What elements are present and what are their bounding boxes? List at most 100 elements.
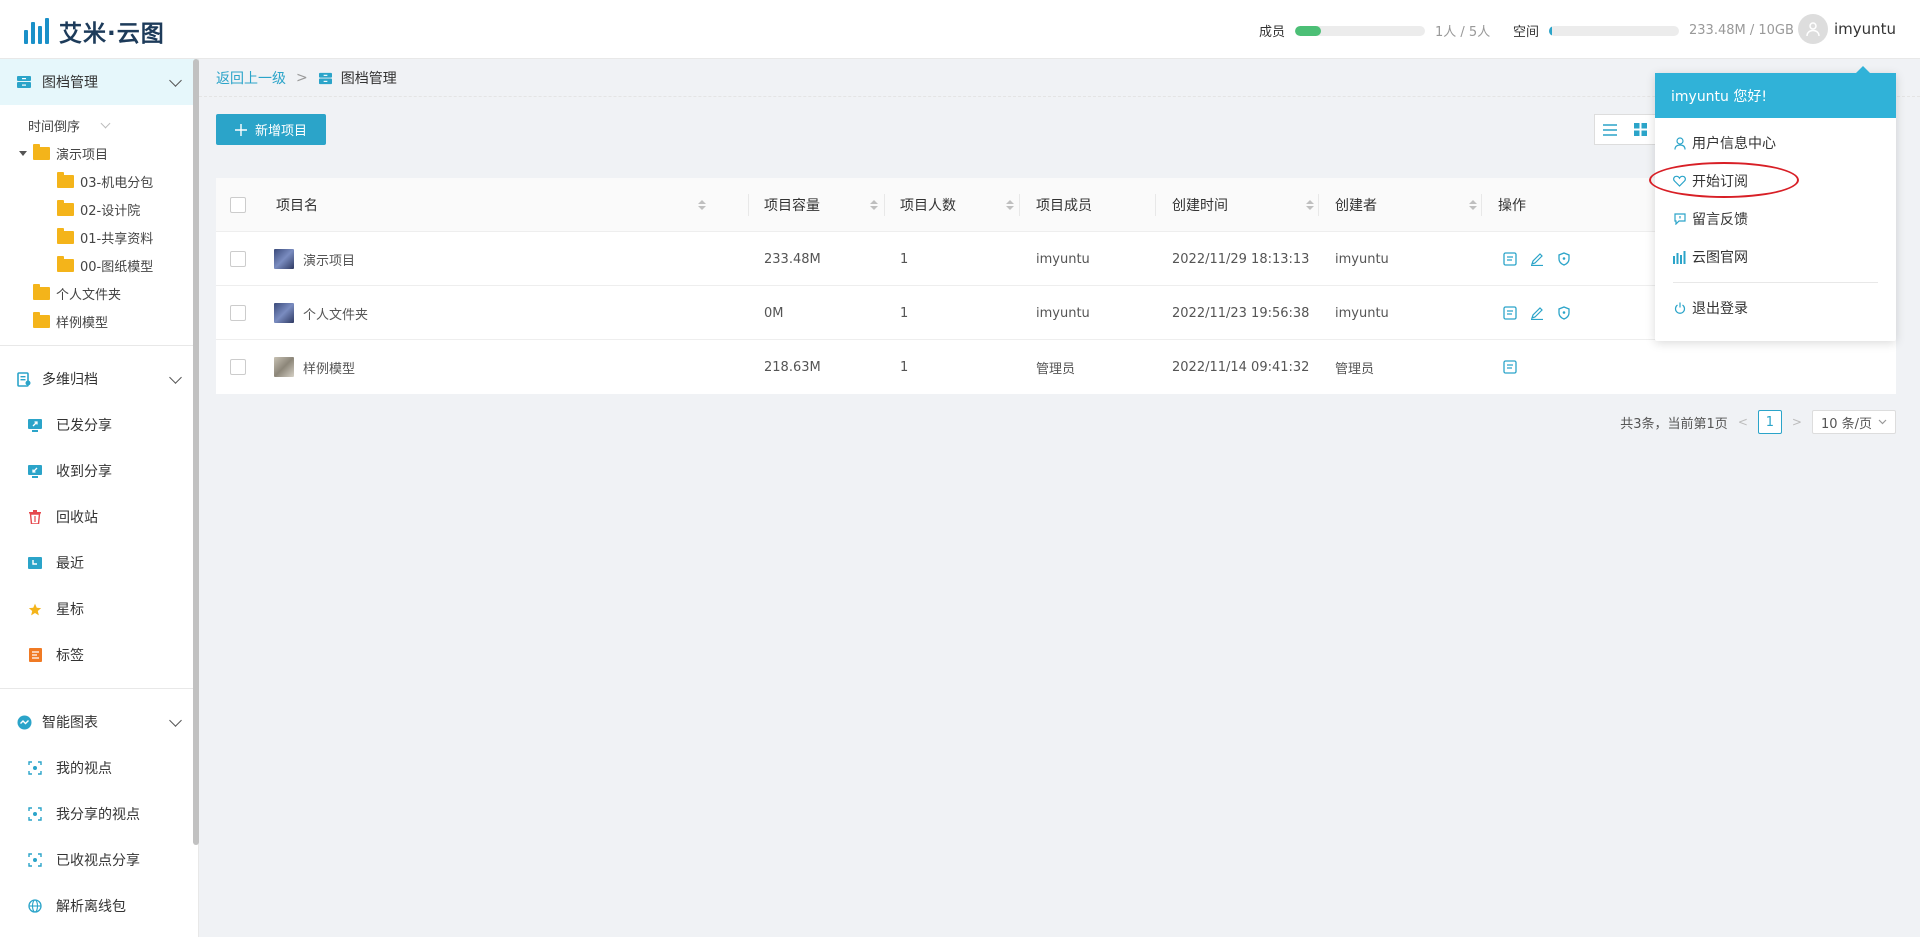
sidebar-section-archive-label: 图档管理: [42, 75, 98, 91]
column-divider: [1019, 194, 1020, 216]
select-all-checkbox[interactable]: [230, 197, 246, 213]
project-name-cell[interactable]: 演示项目: [274, 232, 355, 286]
table-row[interactable]: 个人文件夹 0M 1 imyuntu 2022/11/23 19:56:38 i…: [216, 286, 1896, 340]
sidebar-section-multi[interactable]: 多维归档: [0, 356, 198, 402]
pagination: 共3条，当前第1页 < 1 > 10 条/页: [1620, 410, 1896, 434]
tree-node-child[interactable]: 00-图纸模型: [0, 251, 198, 279]
sort-arrows-icon[interactable]: [1006, 200, 1014, 210]
sort-arrows-icon[interactable]: [698, 200, 706, 210]
project-creator: 管理员: [1335, 361, 1375, 377]
permission-shield-icon[interactable]: [1557, 306, 1571, 320]
details-icon[interactable]: [1503, 252, 1517, 266]
member-quota-fill: [1295, 25, 1322, 36]
row-checkbox[interactable]: [230, 251, 246, 267]
row-checkbox[interactable]: [230, 305, 246, 321]
tree-node-sibling[interactable]: 个人文件夹: [0, 279, 198, 307]
page-size-select[interactable]: 10 条/页: [1811, 410, 1896, 434]
sort-arrows-icon[interactable]: [870, 200, 878, 210]
sidebar-item-label: 最近: [56, 556, 84, 572]
folder-icon: [33, 311, 50, 328]
space-quota: 空间 233.48M / 10GB: [1513, 21, 1794, 40]
edit-icon[interactable]: [1530, 306, 1544, 320]
column-header-name[interactable]: 项目名: [276, 178, 706, 232]
details-icon[interactable]: [1503, 306, 1517, 320]
table-row[interactable]: 样例模型 218.63M 1 管理员 2022/11/14 09:41:32 管…: [216, 340, 1896, 394]
project-members: 管理员: [1036, 361, 1076, 377]
next-page-icon[interactable]: >: [1792, 415, 1802, 429]
sidebar-item-offline-package[interactable]: 解析离线包: [0, 883, 198, 929]
sidebar-item-my-viewpoints[interactable]: 我的视点: [0, 745, 198, 791]
user-dropdown-menu: imyuntu 您好! 用户信息中心 开始订阅 留言反馈 云图官网 退出登录: [1655, 66, 1896, 341]
page-number-button[interactable]: 1: [1757, 410, 1782, 434]
sidebar-item-label: 标签: [56, 648, 84, 664]
space-quota-bar: [1549, 25, 1680, 36]
sidebar-item-recent[interactable]: 最近: [0, 540, 198, 586]
project-creator: imyuntu: [1335, 251, 1389, 267]
project-name: 样例模型: [303, 361, 356, 377]
column-header-size[interactable]: 项目容量: [764, 178, 878, 232]
permission-shield-icon[interactable]: [1557, 252, 1571, 266]
tree-node-child[interactable]: 01-共享资料: [0, 223, 198, 251]
project-name-cell[interactable]: 样例模型: [274, 340, 355, 394]
tree-node-label: 01-共享资料: [80, 231, 154, 247]
sidebar-item-tags[interactable]: 标签: [0, 632, 198, 678]
viewpoint-icon: [28, 761, 42, 775]
space-quota-text: 233.48M / 10GB: [1689, 23, 1794, 38]
sort-arrows-icon[interactable]: [1469, 200, 1477, 210]
breadcrumb-back-link[interactable]: 返回上一级: [216, 68, 286, 88]
sort-arrows-icon[interactable]: [1306, 200, 1314, 210]
caret-down-icon[interactable]: [19, 150, 27, 156]
sidebar-item-received-share[interactable]: 收到分享: [0, 448, 198, 494]
sidebar-item-recycle-bin[interactable]: 回收站: [0, 494, 198, 540]
project-member-count: 1: [900, 305, 909, 321]
menu-item-feedback[interactable]: 留言反馈: [1655, 200, 1896, 238]
tree-node-root[interactable]: 演示项目: [0, 139, 198, 167]
sidebar-scrollbar[interactable]: [193, 59, 199, 845]
sidebar: 图档管理 时间倒序 演示项目 03-机电分包 02-设计院 01-共享资料 00…: [0, 59, 199, 937]
sort-select[interactable]: 时间倒序: [0, 111, 198, 139]
edit-icon[interactable]: [1530, 252, 1544, 266]
column-header-label: 项目人数: [900, 198, 956, 214]
tree-node-sibling[interactable]: 样例模型: [0, 307, 198, 335]
highlight-annotation-ring: [1649, 162, 1799, 198]
share-out-icon: [28, 418, 42, 432]
tree-node-label: 样例模型: [56, 315, 109, 331]
column-header-creator[interactable]: 创建者: [1335, 178, 1477, 232]
project-name-cell[interactable]: 个人文件夹: [274, 286, 368, 340]
column-header-created[interactable]: 创建时间: [1172, 178, 1314, 232]
breadcrumb-current: 图档管理: [318, 68, 397, 88]
sidebar-section-smart[interactable]: 智能图表: [0, 699, 198, 745]
comment-icon: [1673, 213, 1686, 226]
column-header-count[interactable]: 项目人数: [900, 178, 1014, 232]
project-size: 233.48M: [764, 251, 821, 267]
sidebar-item-shared-viewpoints[interactable]: 我分享的视点: [0, 791, 198, 837]
sort-select-label: 时间倒序: [28, 119, 81, 135]
project-table: 项目名 项目容量 项目人数 项目成员 创建时间 创建者 操作 演示项目 233.…: [216, 178, 1896, 394]
row-actions: [1503, 232, 1584, 286]
app-logo[interactable]: 艾米·云图: [24, 14, 165, 48]
menu-item-logout[interactable]: 退出登录: [1655, 289, 1896, 327]
add-project-button[interactable]: 新增项目: [216, 114, 326, 145]
row-checkbox[interactable]: [230, 359, 246, 375]
menu-item-website[interactable]: 云图官网: [1655, 238, 1896, 276]
list-view-button[interactable]: [1595, 115, 1625, 144]
row-actions: [1503, 286, 1584, 340]
grid-view-button[interactable]: [1625, 115, 1655, 144]
tree-node-label: 00-图纸模型: [80, 259, 154, 275]
tree-node-label: 03-机电分包: [80, 175, 154, 191]
tree-node-child[interactable]: 02-设计院: [0, 195, 198, 223]
table-row[interactable]: 演示项目 233.48M 1 imyuntu 2022/11/29 18:13:…: [216, 232, 1896, 286]
project-created-time: 2022/11/29 18:13:13: [1172, 251, 1310, 267]
details-icon[interactable]: [1503, 360, 1517, 374]
sidebar-item-sent-share[interactable]: 已发分享: [0, 402, 198, 448]
sidebar-item-label: 收到分享: [56, 464, 112, 480]
user-menu-trigger[interactable]: imyuntu: [1797, 14, 1896, 44]
sidebar-section-multi-label: 多维归档: [42, 372, 98, 388]
sidebar-section-archive[interactable]: 图档管理: [0, 59, 198, 105]
sidebar-item-starred[interactable]: 星标: [0, 586, 198, 632]
prev-page-icon[interactable]: <: [1738, 415, 1748, 429]
tree-node-child[interactable]: 03-机电分包: [0, 167, 198, 195]
menu-item-label: 留言反馈: [1692, 212, 1748, 228]
sidebar-item-received-viewpoints[interactable]: 已收视点分享: [0, 837, 198, 883]
menu-item-user-center[interactable]: 用户信息中心: [1655, 124, 1896, 162]
